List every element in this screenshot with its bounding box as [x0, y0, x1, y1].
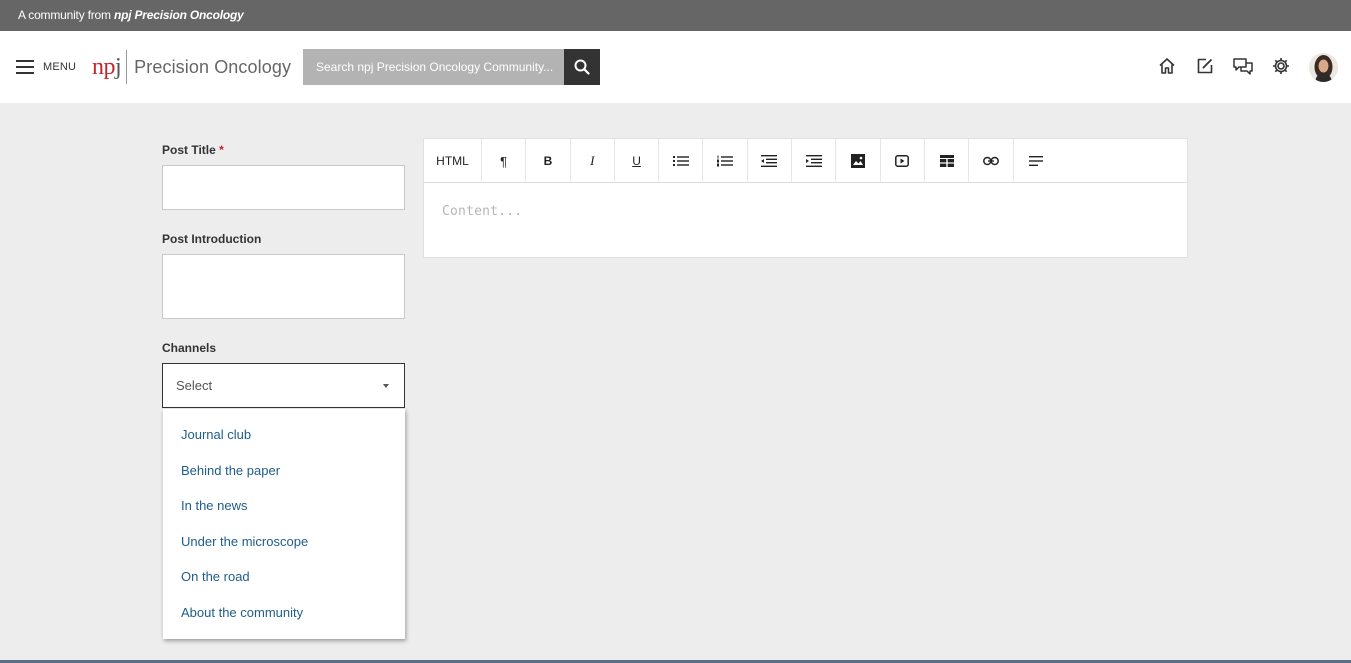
channel-option-behind-the-paper[interactable]: Behind the paper — [163, 453, 405, 489]
required-marker: * — [219, 143, 224, 157]
channels-select-value: Select — [176, 378, 213, 393]
html-button[interactable]: HTML — [424, 139, 482, 183]
indent-button[interactable] — [792, 139, 837, 183]
channel-option-journal-club[interactable]: Journal club — [163, 417, 405, 453]
community-strip: A community from npj Precision Oncology — [0, 0, 1351, 31]
site-logo[interactable]: npj Precision Oncology — [92, 50, 291, 84]
post-introduction-input[interactable] — [162, 254, 405, 319]
search-bar — [303, 49, 600, 85]
table-icon — [939, 155, 954, 167]
settings-icon — [1273, 58, 1289, 74]
home-button[interactable] — [1154, 53, 1180, 79]
search-input[interactable] — [303, 49, 564, 85]
channels-select[interactable]: Select — [162, 363, 405, 408]
insert-video-button[interactable] — [881, 139, 925, 183]
channels-label: Channels — [162, 341, 217, 355]
italic-icon: I — [590, 153, 595, 168]
new-post-icon — [1197, 58, 1213, 74]
new-post-button[interactable] — [1192, 53, 1218, 79]
italic-button[interactable]: I — [571, 139, 615, 183]
channel-option-in-the-news[interactable]: In the news — [163, 488, 405, 524]
search-icon — [574, 59, 590, 75]
chat-icon — [1233, 58, 1253, 75]
channels-dropdown: Journal club Behind the paper In the new… — [163, 409, 405, 639]
menu-button[interactable]: MENU — [16, 58, 76, 76]
content-placeholder: Content... — [442, 204, 523, 219]
logo-npj: npj — [92, 54, 122, 80]
menu-label: MENU — [43, 61, 77, 73]
post-introduction-label: Post Introduction — [162, 232, 262, 246]
post-title-input[interactable] — [162, 165, 405, 210]
outdent-icon — [761, 155, 778, 167]
video-icon — [895, 155, 910, 167]
bulleted-list-button[interactable] — [659, 139, 704, 183]
home-icon — [1159, 58, 1175, 74]
post-title-label: Post Title * — [162, 143, 224, 157]
insert-table-button[interactable] — [925, 139, 970, 183]
editor-toolbar: HTML ¶ B I U — [424, 139, 1187, 183]
content-input[interactable]: Content... — [424, 183, 1187, 219]
image-icon — [851, 154, 866, 168]
bulleted-list-icon — [672, 156, 689, 166]
bold-icon: B — [543, 154, 553, 168]
messages-button[interactable] — [1230, 53, 1256, 79]
community-strip-brand[interactable]: npj Precision Oncology — [114, 8, 244, 22]
avatar-image — [1309, 53, 1338, 82]
user-avatar[interactable] — [1309, 53, 1338, 82]
search-button[interactable] — [564, 49, 600, 85]
community-strip-prefix: A community from — [18, 8, 114, 22]
outdent-button[interactable] — [748, 139, 793, 183]
channel-option-on-the-road[interactable]: On the road — [163, 559, 405, 595]
link-icon — [982, 156, 999, 166]
insert-link-button[interactable] — [969, 139, 1014, 183]
channel-option-under-the-microscope[interactable]: Under the microscope — [163, 524, 405, 560]
content-editor: HTML ¶ B I U Content... — [423, 138, 1188, 258]
insert-image-button[interactable] — [836, 139, 881, 183]
bold-button[interactable]: B — [526, 139, 571, 183]
indent-icon — [805, 155, 822, 167]
align-left-icon — [1028, 156, 1043, 166]
settings-button[interactable] — [1268, 53, 1294, 79]
chevron-down-icon — [383, 384, 389, 388]
logo-divider — [126, 50, 128, 84]
header-actions — [1154, 53, 1306, 79]
paragraph-button[interactable]: ¶ — [482, 139, 527, 183]
site-header: MENU npj Precision Oncology — [0, 31, 1351, 103]
numbered-list-icon — [717, 155, 734, 167]
numbered-list-button[interactable] — [703, 139, 748, 183]
align-button[interactable] — [1014, 139, 1058, 183]
paragraph-icon: ¶ — [500, 153, 508, 169]
logo-name: Precision Oncology — [134, 56, 292, 77]
underline-button[interactable]: U — [615, 139, 660, 183]
underline-icon: U — [632, 154, 641, 168]
channel-option-about-the-community[interactable]: About the community — [163, 595, 405, 631]
hamburger-icon — [16, 60, 34, 74]
